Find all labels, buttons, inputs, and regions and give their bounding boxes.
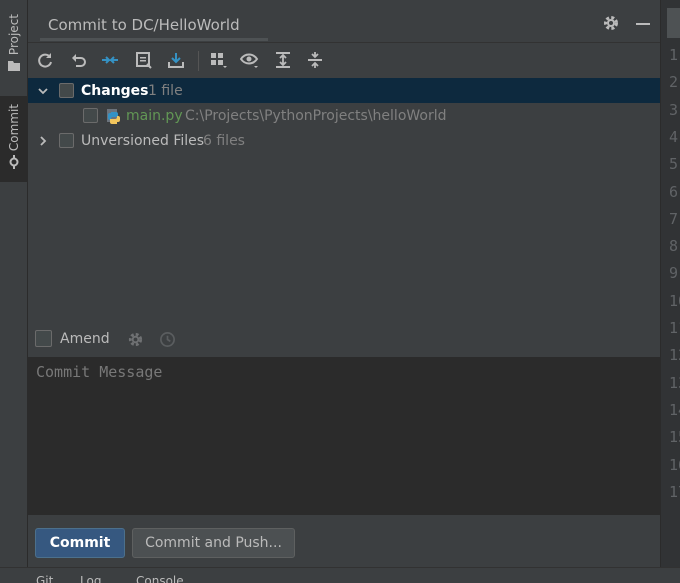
title-tab-underline: [40, 38, 268, 41]
changes-label: Changes: [81, 82, 149, 99]
commit-icon: [7, 155, 21, 173]
unversioned-count: 6 files: [203, 132, 245, 149]
file-name: main.py: [126, 107, 183, 124]
tool-window-strip: Project Commit: [0, 0, 28, 582]
changes-count: 1 file: [148, 82, 183, 99]
commit-and-push-button[interactable]: Commit and Push...: [132, 528, 295, 558]
commit-button[interactable]: Commit: [35, 528, 125, 558]
python-file-icon: [106, 108, 122, 128]
commit-message-editor[interactable]: Commit Message: [28, 357, 660, 515]
line-number: 13: [669, 373, 680, 392]
refresh-icon[interactable]: [35, 50, 55, 70]
line-number: 8: [669, 237, 679, 256]
line-number: 5: [669, 155, 679, 174]
bottom-tool-tabs: Git Log Console: [0, 567, 680, 583]
rollback-icon[interactable]: [69, 50, 89, 70]
amend-checkbox[interactable]: [35, 330, 52, 347]
line-number: 3: [669, 100, 679, 119]
chevron-down-icon[interactable]: [36, 84, 50, 98]
line-number: 12: [669, 346, 680, 365]
line-number: 11: [669, 319, 680, 337]
tree-node-unversioned[interactable]: Unversioned Files 6 files: [28, 128, 660, 153]
commit-toolbar: [28, 43, 660, 77]
changes-checkbox[interactable]: [59, 83, 74, 98]
line-number: 17: [669, 482, 680, 501]
amend-label[interactable]: Amend: [60, 331, 110, 347]
changelist-icon[interactable]: [134, 50, 154, 70]
unversioned-checkbox[interactable]: [59, 133, 74, 148]
expand-all-icon[interactable]: [273, 50, 293, 70]
view-options-icon[interactable]: [240, 50, 260, 70]
editor-tab-stub[interactable]: [667, 8, 680, 38]
tree-node-file[interactable]: main.py C:\Projects\PythonProjects\hello…: [28, 103, 660, 128]
line-number: 2: [669, 73, 679, 92]
update-icon[interactable]: [166, 50, 186, 70]
panel-title: Commit to DC/HelloWorld: [48, 16, 240, 34]
line-number: 4: [669, 127, 679, 146]
line-number: 7: [669, 209, 679, 228]
amend-row: Amend: [28, 326, 660, 356]
line-number: 14: [669, 400, 680, 419]
history-clock-icon[interactable]: [159, 331, 176, 352]
file-checkbox[interactable]: [83, 108, 98, 123]
commit-panel-header: Commit to DC/HelloWorld: [28, 0, 660, 43]
unversioned-label: Unversioned Files: [81, 132, 205, 149]
tree-node-changes[interactable]: Changes 1 file: [28, 78, 660, 103]
commit-options-gear-icon[interactable]: [127, 331, 144, 352]
chevron-right-icon[interactable]: [36, 134, 50, 148]
collapse-all-icon[interactable]: [305, 50, 325, 70]
show-diff-icon[interactable]: [100, 50, 120, 70]
folder-icon: [7, 59, 20, 75]
editor-line-gutter: 1234567891011121314151617: [660, 0, 680, 567]
toolbar-separator: [198, 51, 199, 71]
minimize-icon[interactable]: [634, 14, 652, 36]
changes-tree: Changes 1 file main.py C:\Projects\Pytho…: [28, 78, 660, 326]
line-number: 10: [669, 291, 680, 310]
file-path: C:\Projects\PythonProjects\helloWorld: [185, 107, 447, 124]
line-number: 15: [669, 428, 680, 447]
tab-project-label: Project: [6, 14, 21, 56]
line-number: 9: [669, 264, 679, 283]
commit-actions: Commit Commit and Push...: [28, 515, 660, 567]
line-number: 1: [669, 46, 679, 64]
commit-message-placeholder: Commit Message: [36, 363, 163, 381]
tab-commit[interactable]: Commit: [0, 96, 27, 182]
group-by-icon[interactable]: [209, 50, 229, 70]
tab-project[interactable]: Project: [0, 14, 27, 86]
line-number: 16: [669, 455, 680, 474]
line-number: 6: [669, 182, 679, 201]
gear-icon[interactable]: [602, 14, 620, 36]
tab-commit-label: Commit: [6, 104, 21, 152]
